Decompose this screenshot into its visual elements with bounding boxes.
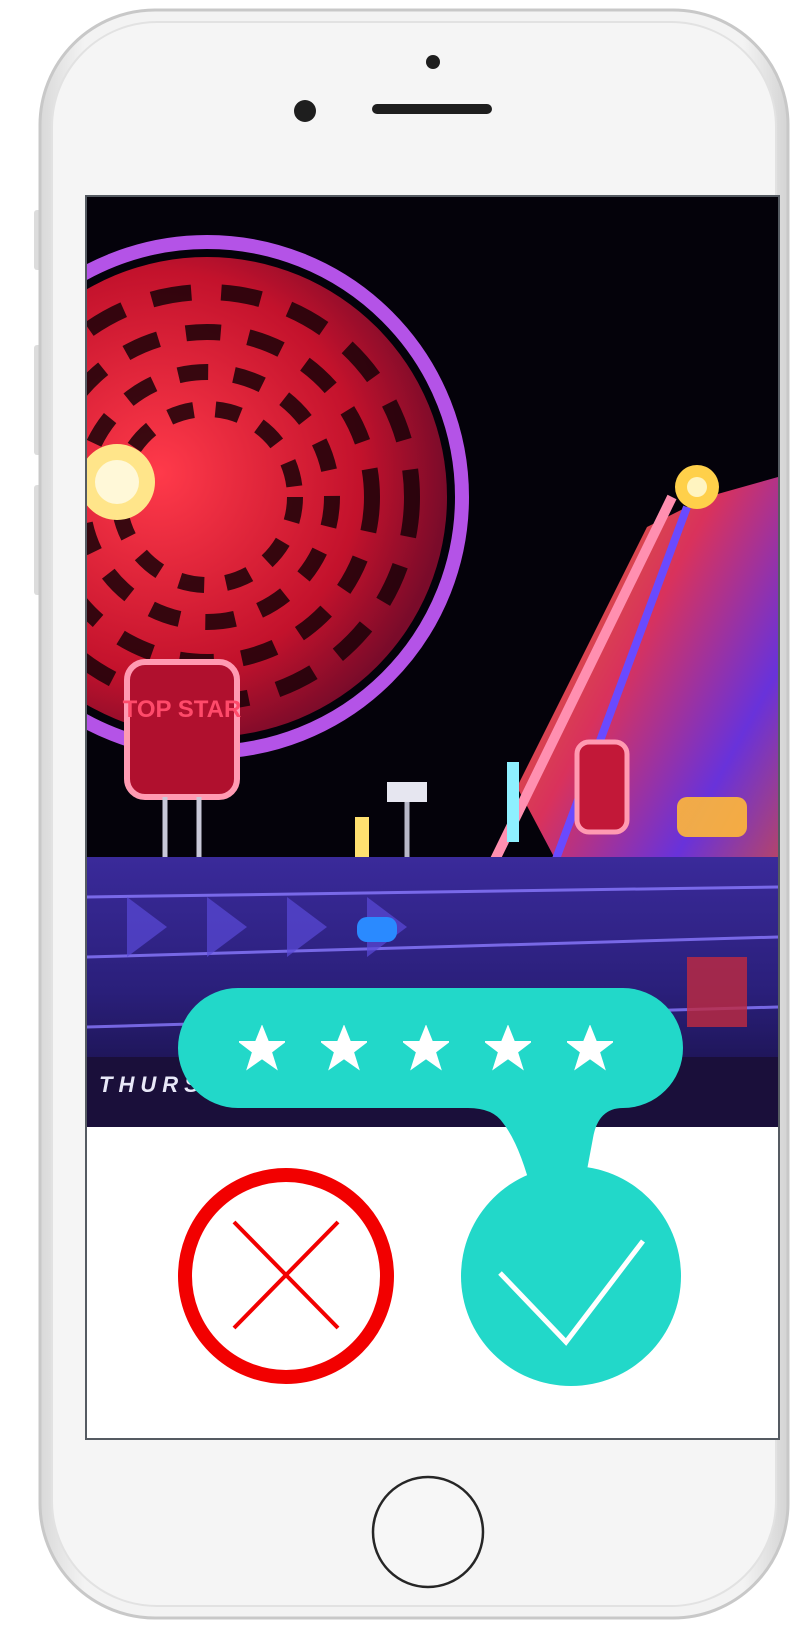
front-camera-icon (294, 100, 316, 122)
speaker-grill (372, 104, 492, 114)
sign-text: TOP STAR (123, 696, 242, 723)
home-button[interactable] (371, 1475, 485, 1589)
star-icon[interactable] (402, 1025, 449, 1071)
reject-button[interactable] (175, 1165, 397, 1387)
accept-button[interactable] (460, 1165, 682, 1387)
star-icon[interactable] (566, 1025, 613, 1071)
star-rating[interactable] (178, 988, 683, 1108)
star-icon[interactable] (320, 1025, 367, 1071)
x-icon (178, 1168, 394, 1384)
check-icon (461, 1166, 681, 1386)
star-icon[interactable] (484, 1025, 531, 1071)
camera-dot-icon (426, 55, 440, 69)
star-icon[interactable] (238, 1025, 285, 1071)
phone-mockup: TOP STAR THURSTO (0, 0, 795, 1625)
